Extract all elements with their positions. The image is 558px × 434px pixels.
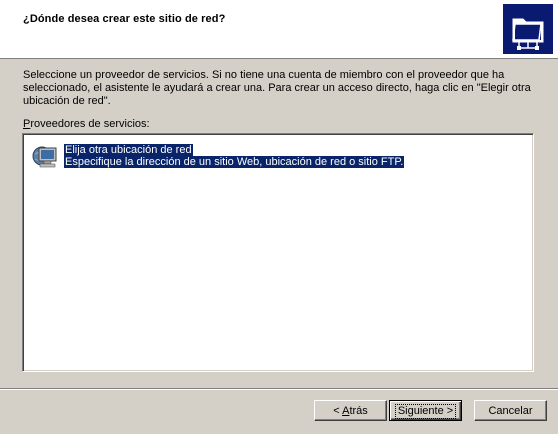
next-button[interactable]: Siguiente >	[389, 400, 462, 421]
page-title: ¿Dónde desea crear este sitio de red?	[23, 13, 226, 25]
cancel-button[interactable]: Cancelar	[474, 400, 547, 421]
wizard-header: ¿Dónde desea crear este sitio de red?	[0, 0, 558, 59]
next-button-label: Siguiente >	[394, 404, 457, 419]
provider-item-other-location[interactable]: Elija otra ubicación de red Especifique …	[31, 142, 411, 174]
network-computer-icon	[31, 142, 61, 172]
provider-item-description: Especifique la dirección de un sitio Web…	[64, 156, 405, 168]
back-button-rest: trás	[349, 405, 368, 417]
intro-text: Seleccione un proveedor de servicios. Si…	[23, 69, 531, 107]
footer-divider-highlight	[0, 389, 558, 390]
provider-item-text: Elija otra ubicación de red Especifique …	[64, 144, 405, 168]
providers-label-rest: roveedores de servicios:	[30, 118, 150, 130]
providers-listbox[interactable]: Elija otra ubicación de red Especifique …	[22, 133, 534, 372]
provider-item-title: Elija otra ubicación de red	[64, 144, 193, 156]
back-button[interactable]: < Atrás	[314, 400, 387, 421]
back-button-prefix: <	[333, 405, 343, 417]
network-folder-icon	[503, 4, 553, 54]
providers-label: Proveedores de servicios:	[23, 118, 150, 130]
